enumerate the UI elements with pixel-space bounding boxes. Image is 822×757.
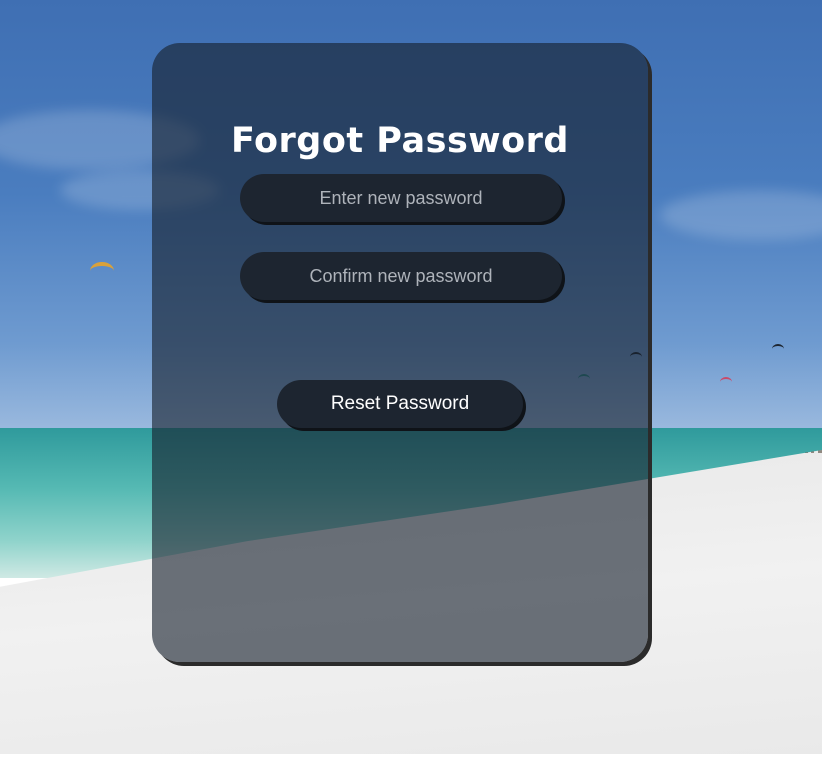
page-title: Forgot Password bbox=[230, 121, 569, 161]
kite bbox=[90, 262, 114, 280]
confirm-password-input[interactable] bbox=[240, 252, 562, 300]
kite bbox=[772, 344, 784, 354]
reset-password-button[interactable]: Reset Password bbox=[277, 380, 523, 428]
forgot-password-card: Forgot Password Reset Password bbox=[152, 43, 648, 662]
new-password-input[interactable] bbox=[240, 174, 562, 222]
kite bbox=[720, 377, 732, 387]
